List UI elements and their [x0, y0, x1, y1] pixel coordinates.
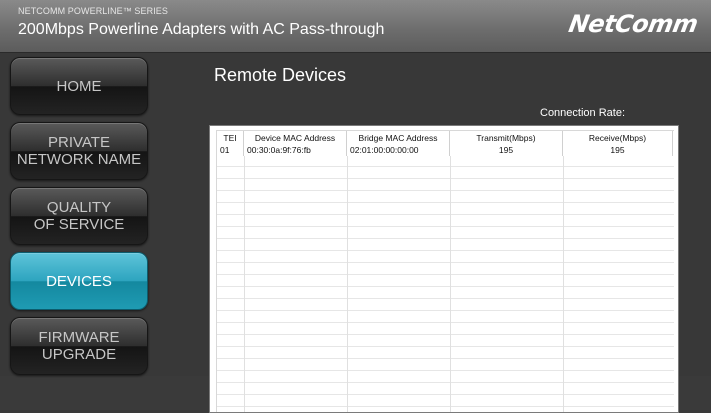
column-divider — [450, 144, 451, 412]
nav-devices-label: DEVICES — [46, 272, 112, 290]
column-divider — [563, 144, 564, 412]
nav-home-label: HOME — [56, 77, 102, 95]
cell-bridge-mac: 02:01:00:00:00:00 — [347, 144, 450, 156]
column-header-transmit[interactable]: Transmit(Mbps) — [450, 131, 563, 144]
column-divider — [347, 144, 348, 412]
product-title: 200Mbps Powerline Adapters with AC Pass-… — [18, 21, 385, 38]
nav-firmware-upgrade-button[interactable]: FIRMWARE UPGRADE — [10, 317, 148, 375]
devices-grid: TEI Device MAC Address Bridge MAC Addres… — [216, 130, 674, 412]
nav-private-network-name-button[interactable]: PRIVATE NETWORK NAME — [10, 122, 148, 180]
cell-receive: 195 — [563, 144, 673, 156]
page-title: Remote Devices — [214, 65, 347, 85]
remote-devices-table: TEI Device MAC Address Bridge MAC Addres… — [209, 125, 679, 413]
nav-devices-button[interactable]: DEVICES — [10, 252, 148, 310]
column-header-bridge-mac[interactable]: Bridge MAC Address — [347, 131, 450, 144]
nav-quality-of-service-label: QUALITY OF SERVICE — [33, 199, 125, 233]
cell-tei: 01 — [217, 144, 244, 156]
netcomm-logo: NetComm — [566, 10, 700, 38]
main-area: HOME PRIVATE NETWORK NAME QUALITY OF SER… — [0, 53, 711, 413]
app-header: NETCOMM POWERLINE™ SERIES 200Mbps Powerl… — [0, 0, 711, 53]
nav-firmware-upgrade-label: FIRMWARE UPGRADE — [38, 329, 120, 363]
connection-rate-label: Connection Rate: — [540, 107, 625, 119]
table-row[interactable]: 01 00:30:0a:9f:76:fb 02:01:00:00:00:00 1… — [217, 144, 674, 156]
nav-private-network-name-label: PRIVATE NETWORK NAME — [16, 134, 142, 168]
column-header-tei[interactable]: TEI — [217, 131, 244, 144]
nav-quality-of-service-button[interactable]: QUALITY OF SERVICE — [10, 187, 148, 245]
product-series: NETCOMM POWERLINE™ SERIES — [18, 6, 169, 16]
cell-device-mac: 00:30:0a:9f:76:fb — [244, 144, 347, 156]
table-header-row: TEI Device MAC Address Bridge MAC Addres… — [217, 131, 674, 145]
cell-transmit: 195 — [450, 144, 563, 156]
column-header-receive[interactable]: Receive(Mbps) — [563, 131, 673, 144]
column-header-device-mac[interactable]: Device MAC Address — [244, 131, 347, 144]
nav-home-button[interactable]: HOME — [10, 57, 148, 115]
column-divider — [244, 144, 245, 412]
